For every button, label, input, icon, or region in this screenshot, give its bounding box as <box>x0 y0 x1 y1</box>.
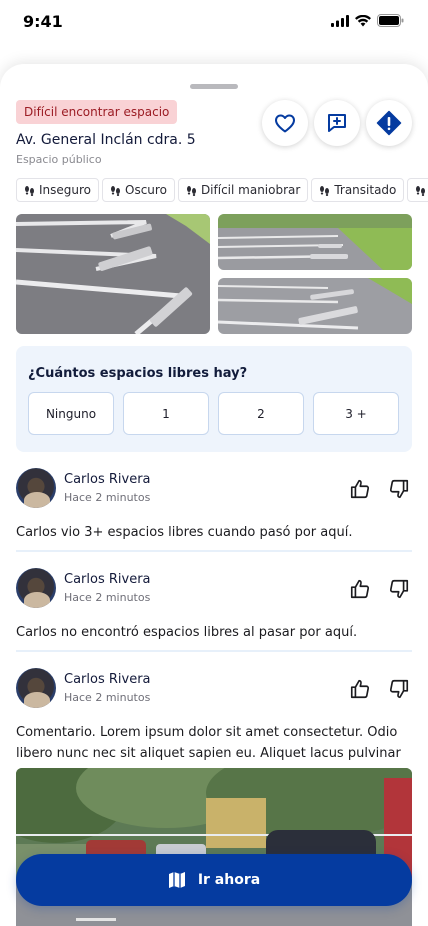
avatar[interactable] <box>16 568 56 608</box>
tag-chip: Z <box>407 178 428 202</box>
sheet-grabber[interactable] <box>190 84 238 89</box>
status-icons <box>331 14 404 27</box>
avatar[interactable] <box>16 468 56 508</box>
tag-label: Difícil maniobrar <box>200 183 301 197</box>
thumbs-down-icon[interactable] <box>388 578 410 600</box>
thumbs-down-icon[interactable] <box>388 478 410 500</box>
answer-three-plus-button[interactable]: 3 + <box>313 392 399 435</box>
question-title: ¿Cuántos espacios libres hay? <box>28 366 248 381</box>
comment-text: Carlos vio 3+ espacios libres cuando pas… <box>16 525 353 540</box>
parking-lot-image <box>16 214 210 334</box>
divider <box>16 650 412 652</box>
add-comment-icon <box>328 114 346 132</box>
directions-button[interactable] <box>366 100 412 146</box>
parking-photo-2[interactable] <box>218 214 412 270</box>
comment-text: Carlos no encontró espacios libres al pa… <box>16 625 358 640</box>
tag-chip: Oscuro <box>102 178 175 202</box>
go-now-button[interactable]: Ir ahora <box>16 854 412 906</box>
feed-item: Carlos Rivera Hace 2 minutos Comentario.… <box>16 668 412 768</box>
thumbs-up-icon[interactable] <box>349 678 371 700</box>
tag-chip: Inseguro <box>16 178 100 202</box>
answer-two-button[interactable]: 2 <box>218 392 304 435</box>
wifi-icon <box>355 14 371 26</box>
status-bar: 9:41 <box>0 0 428 44</box>
tag-label: Inseguro <box>39 183 92 197</box>
thumbs-up-icon[interactable] <box>349 478 371 500</box>
tag-label: Oscuro <box>125 183 167 197</box>
favorite-button[interactable] <box>262 100 308 146</box>
battery-icon <box>377 14 404 27</box>
answer-none-button[interactable]: Ninguno <box>28 392 114 435</box>
footprints-icon <box>320 185 330 196</box>
go-now-label: Ir ahora <box>197 872 261 888</box>
parking-lot-image <box>218 278 412 334</box>
timestamp: Hace 2 minutos <box>64 491 151 504</box>
parking-photo-3[interactable] <box>218 278 412 334</box>
avatar[interactable] <box>16 668 56 708</box>
timestamp: Hace 2 minutos <box>64 691 151 704</box>
heart-icon <box>275 114 295 133</box>
directions-icon <box>376 110 402 136</box>
footprints-icon <box>416 185 426 196</box>
divider <box>16 550 412 552</box>
map-icon <box>168 872 185 888</box>
author-name[interactable]: Carlos Rivera <box>64 472 151 487</box>
status-time: 9:41 <box>23 12 63 31</box>
spot-address: Av. General Inclán cdra. 5 <box>16 132 196 148</box>
difficulty-badge: Difícil encontrar espacio <box>16 100 178 124</box>
timestamp: Hace 2 minutos <box>64 591 151 604</box>
author-name[interactable]: Carlos Rivera <box>64 672 151 687</box>
tag-chip: Difícil maniobrar <box>177 178 309 202</box>
free-spaces-question-card: ¿Cuántos espacios libres hay? Ninguno 1 … <box>16 346 412 452</box>
footprints-icon <box>111 185 121 196</box>
footprints-icon <box>186 185 196 196</box>
add-comment-button[interactable] <box>314 100 360 146</box>
thumbs-down-icon[interactable] <box>388 678 410 700</box>
footprints-icon <box>25 185 34 196</box>
feed-item: Carlos Rivera Hace 2 minutos Carlos vio … <box>16 468 412 548</box>
signal-icon <box>331 14 349 27</box>
parking-lot-image <box>218 214 412 270</box>
spot-type: Espacio público <box>16 153 102 166</box>
tag-chip: Transitado <box>311 178 405 202</box>
tag-list: Inseguro Oscuro Difícil maniobrar Transitad… <box>16 178 428 202</box>
feed-item: Carlos Rivera Hace 2 minutos Carlos no e… <box>16 568 412 648</box>
spot-detail-sheet: Difícil encontrar espacio Av. General In… <box>0 64 428 926</box>
comment-text: Comentario. Lorem ipsum dolor sit amet c… <box>16 725 401 761</box>
answer-one-button[interactable]: 1 <box>123 392 209 435</box>
thumbs-up-icon[interactable] <box>349 578 371 600</box>
parking-photo-main[interactable] <box>16 214 210 334</box>
tag-label: Transitado <box>334 183 397 197</box>
author-name[interactable]: Carlos Rivera <box>64 572 151 587</box>
